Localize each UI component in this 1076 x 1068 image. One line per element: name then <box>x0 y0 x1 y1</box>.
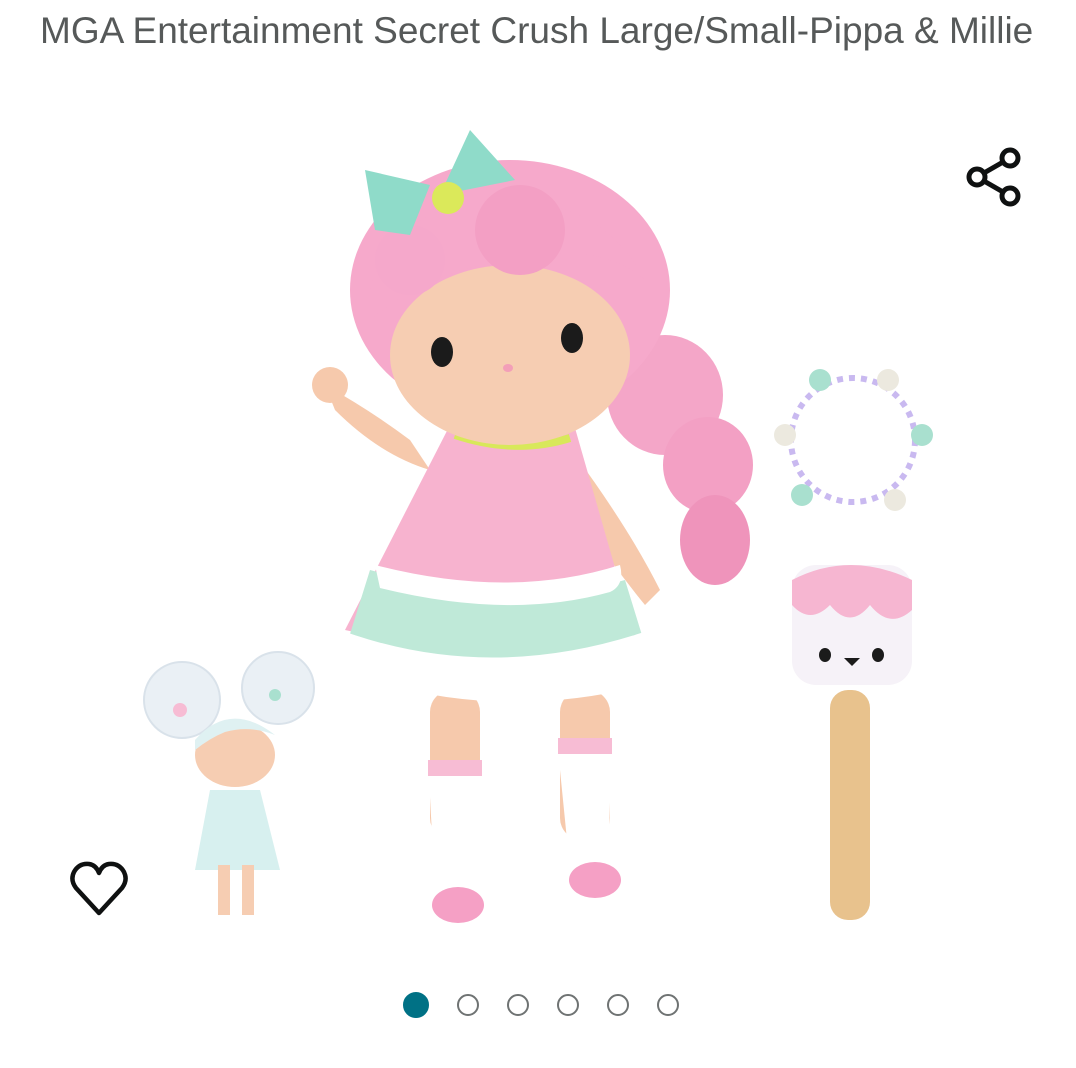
carousel-dot-5[interactable] <box>607 994 629 1016</box>
product-title: MGA Entertainment Secret Crush Large/Sma… <box>40 10 1034 51</box>
bracelet-accessory <box>774 369 933 511</box>
carousel-dot-4[interactable] <box>557 994 579 1016</box>
share-button[interactable] <box>962 144 1028 210</box>
carousel-dot-2[interactable] <box>457 994 479 1016</box>
pippa-doll <box>312 130 753 923</box>
carousel-dot-1[interactable] <box>403 992 429 1018</box>
carousel-dot-6[interactable] <box>657 994 679 1016</box>
carousel-dot-3[interactable] <box>507 994 529 1016</box>
millie-doll <box>143 651 315 915</box>
image-carousel-pagination <box>0 992 1076 1024</box>
share-icon <box>966 147 1021 207</box>
heart-icon <box>70 861 128 916</box>
marshmallow-wand-accessory <box>792 565 912 920</box>
wishlist-button[interactable] <box>68 858 130 920</box>
product-image[interactable] <box>130 110 970 950</box>
